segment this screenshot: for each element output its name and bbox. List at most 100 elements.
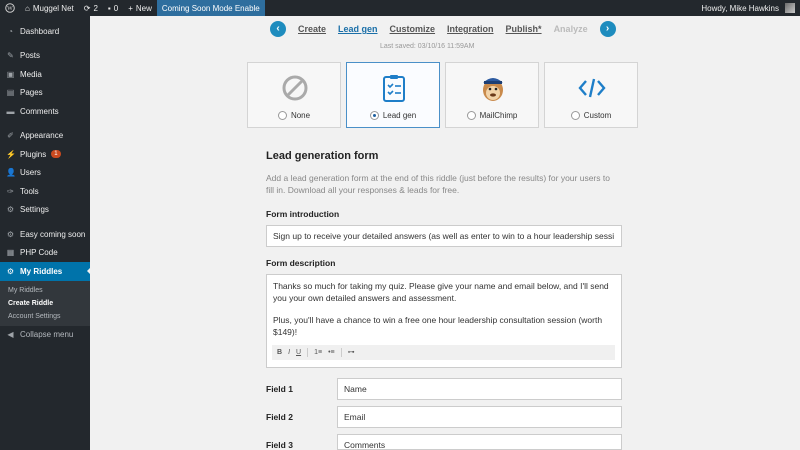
step-create[interactable]: Create [298,24,326,34]
menu-media[interactable]: ▣ Media [0,65,90,84]
main-content: ‹ Create Lead gen Customize Integration … [90,16,800,450]
svg-text:W: W [7,6,13,12]
menu-label: Pages [20,88,43,98]
wrench-icon: ✑ [7,186,14,196]
comment-icon: ▪ [107,3,111,13]
dashboard-icon: ◔ [8,26,13,36]
step-customize[interactable]: Customize [390,24,436,34]
menu-label: Media [20,69,42,79]
bullet-list-button[interactable]: •≡ [328,347,335,359]
updates-link[interactable]: ⟳ 2 [79,0,103,16]
submenu-create-riddle[interactable]: Create Riddle [0,297,90,310]
menu-pages[interactable]: ▤ Pages [0,84,90,103]
menu-settings[interactable]: ⚙ Settings [0,201,90,220]
gear-icon: ⚙ [6,266,15,276]
radio-none[interactable] [277,111,287,120]
menu-php-code[interactable]: ▦ PHP Code [0,244,90,263]
brush-icon: ✐ [7,131,14,141]
next-step-button[interactable]: › [599,21,616,37]
collapse-icon: ◀ [7,330,14,340]
underline-button[interactable]: U [296,347,301,359]
step-analyze: Analyze [553,24,588,34]
menu-my-riddles[interactable]: ⚙ My Riddles [0,262,91,281]
submenu-my-riddles[interactable]: My Riddles [0,284,90,297]
my-riddles-submenu: My Riddles Create Riddle Account Setting… [0,280,90,326]
form-introduction-label: Form introduction [266,209,340,219]
field-1-value: Name [344,384,367,394]
lead-gen-options: None Lead gen MailChimp Custom [247,62,638,128]
comments-link[interactable]: ▪ 0 [103,0,123,16]
ordered-list-button[interactable]: 1≡ [314,347,322,359]
field-2-input[interactable]: Email [337,406,622,428]
toolbar-divider [340,348,342,357]
radio-lead-gen[interactable] [369,111,379,120]
section-description: Add a lead generation form at the end of… [266,173,610,195]
radio-custom[interactable] [570,111,580,120]
updates-icon: ⟳ [83,3,91,13]
description-paragraph-1: Thanks so much for taking my quiz. Pleas… [273,281,609,303]
link-button[interactable]: ⊶ [348,347,355,359]
plugin-icon: ⚡ [6,149,16,159]
field-2-value: Email [344,412,366,422]
option-label: Custom [583,111,612,120]
last-saved-text: Last saved: 03/10/16 11:59AM [380,43,475,50]
menu-label: Appearance [20,131,64,141]
comments-count: 0 [113,3,119,13]
menu-label: Collapse menu [20,330,74,340]
option-mailchimp-label: MailChimp [446,111,538,120]
option-custom[interactable]: Custom [544,62,638,128]
option-mailchimp[interactable]: MailChimp [445,62,539,128]
previous-step-button[interactable]: ‹ [270,21,286,37]
form-description-editor[interactable]: Thanks so much for taking my quiz. Pleas… [266,274,622,368]
bold-button[interactable]: B [277,347,282,359]
option-none-label: None [248,111,340,120]
menu-appearance[interactable]: ✐ Appearance [0,127,90,146]
users-icon: 👤 [6,168,16,178]
chevron-right-icon: › [605,23,610,34]
italic-button[interactable]: I [288,347,290,359]
home-icon: ⌂ [25,3,30,13]
menu-plugins[interactable]: ⚡ Plugins 1 [0,145,90,164]
menu-tools[interactable]: ✑ Tools [0,182,90,201]
menu-posts[interactable]: ✎ Posts [0,47,90,66]
field-3-input[interactable]: Comments [337,434,622,450]
editor-toolbar: B I U 1≡ •≡ ⊶ [272,345,615,360]
collapse-menu-button[interactable]: ◀ Collapse menu [0,326,90,345]
coming-soon-toggle[interactable]: Coming Soon Mode Enable [156,0,265,16]
menu-label: Users [20,168,41,178]
step-publish[interactable]: Publish* [506,24,542,34]
menu-comments[interactable]: ▬ Comments [0,102,90,121]
media-icon: ▣ [6,69,15,79]
option-none[interactable]: None [247,62,341,128]
step-lead-gen[interactable]: Lead gen [338,24,378,34]
submenu-account-settings[interactable]: Account Settings [0,310,90,323]
account-menu[interactable]: Howdy, Mike Hawkins [696,0,800,16]
pin-icon: ✎ [7,51,14,61]
wizard-steps: ‹ Create Lead gen Customize Integration … [270,20,620,38]
field-1-label: Field 1 [266,384,293,394]
section-title: Lead generation form [266,150,379,162]
option-custom-label: Custom [545,111,637,120]
menu-label: Settings [20,205,49,215]
site-name-link[interactable]: ⌂ Muggel Net [20,0,79,16]
field-1-input[interactable]: Name [337,378,622,400]
admin-sidebar: ◔ Dashboard ✎ Posts ▣ Media ▤ Pages ▬ Comment… [0,16,91,450]
description-paragraph-2: Plus, you'll have a chance to win a free… [273,315,603,337]
radio-mailchimp[interactable] [466,111,476,120]
new-content-link[interactable]: + New [123,0,157,16]
form-description-label: Form description [266,258,336,268]
wordpress-logo[interactable]: W [0,0,20,16]
new-label: New [135,3,152,13]
gear-icon: ⚙ [6,229,15,239]
menu-dashboard[interactable]: ◔ Dashboard [0,22,90,41]
option-label: None [290,111,311,120]
code-icon: ▦ [6,248,15,258]
form-introduction-input[interactable]: Sign up to receive your detailed answers… [266,225,622,247]
link-icon: ⊶ [347,348,355,356]
option-lead-gen-label: Lead gen [347,111,439,120]
menu-easy-coming-soon[interactable]: ⚙ Easy coming soon [0,225,90,244]
option-lead-gen[interactable]: Lead gen [346,62,440,128]
menu-users[interactable]: 👤 Users [0,164,90,183]
step-integration[interactable]: Integration [447,24,494,34]
toolbar-divider [307,348,309,357]
